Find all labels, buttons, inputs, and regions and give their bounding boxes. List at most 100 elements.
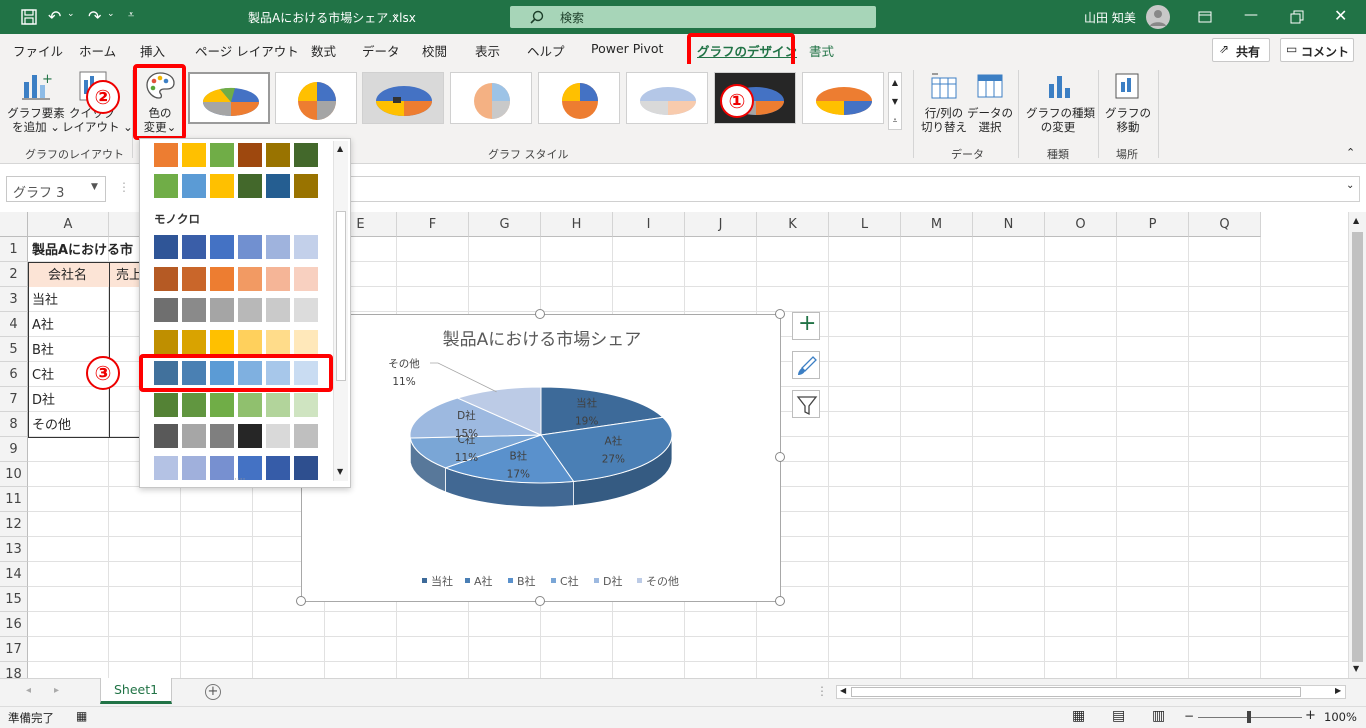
scroll-down-icon[interactable]: ▼ — [889, 92, 901, 111]
mono-swatch-1-0[interactable] — [154, 266, 178, 291]
colorful-swatch-1-4[interactable] — [266, 174, 290, 198]
chart-title[interactable]: 製品Aにおける市場シェア — [443, 330, 642, 350]
column-header-l[interactable]: L — [829, 212, 901, 237]
row-header-6[interactable]: 6 — [0, 362, 28, 387]
normal-view-icon[interactable]: ▦ — [1072, 708, 1085, 724]
mono-swatch-1-4[interactable] — [266, 266, 290, 291]
save-icon[interactable] — [20, 8, 38, 26]
row-header-16[interactable]: 16 — [0, 612, 28, 637]
mono-swatch-6-4[interactable] — [266, 424, 290, 448]
tab-view[interactable]: 表示 — [475, 41, 500, 60]
chart-filters-button[interactable] — [792, 390, 820, 418]
tab-home[interactable]: ホーム — [79, 41, 116, 60]
mono-swatch-3-0[interactable] — [154, 329, 178, 354]
switch-row-column-button[interactable]: 行/列の 切り替え — [918, 106, 970, 134]
share-button[interactable]: ⇗ 共有 — [1212, 38, 1270, 62]
mono-swatch-0-0[interactable] — [154, 235, 178, 259]
mono-swatch-2-0[interactable] — [154, 298, 178, 322]
data-label-value-2[interactable]: 17% — [507, 469, 530, 481]
data-label-name-4[interactable]: D社 — [457, 409, 476, 422]
tab-review[interactable]: 校閲 — [422, 41, 447, 60]
avatar[interactable] — [1146, 5, 1170, 29]
dropdown-scroll-thumb[interactable] — [336, 211, 346, 381]
mono-swatch-2-5[interactable] — [294, 298, 318, 322]
scroll-up-icon[interactable]: ▲ — [337, 144, 343, 153]
column-header-q[interactable]: Q — [1189, 212, 1261, 237]
page-layout-view-icon[interactable]: ▤ — [1112, 708, 1125, 724]
mono-swatch-6-1[interactable] — [182, 424, 206, 448]
row-header-15[interactable]: 15 — [0, 587, 28, 612]
column-header-g[interactable]: G — [469, 212, 541, 237]
macro-record-icon[interactable]: ▦ — [76, 709, 87, 723]
legend-entry-3[interactable]: C社 — [560, 574, 579, 588]
colorful-swatch-0-3[interactable] — [238, 143, 262, 167]
tab-format[interactable]: 書式 — [809, 41, 834, 60]
mono-swatch-2-1[interactable] — [182, 298, 206, 322]
redo-dropdown-icon[interactable]: ⌄ — [107, 9, 115, 19]
mono-swatch-5-0[interactable] — [154, 392, 178, 417]
column-header-f[interactable]: F — [397, 212, 469, 237]
scroll-left-icon[interactable]: ◀ — [840, 686, 846, 695]
tab-help[interactable]: ヘルプ — [527, 41, 565, 60]
mono-swatch-0-3[interactable] — [238, 235, 262, 259]
colorful-swatch-1-1[interactable] — [182, 174, 206, 198]
row-header-12[interactable]: 12 — [0, 512, 28, 537]
colorful-swatch-1-5[interactable] — [294, 174, 318, 198]
data-label-name-1[interactable]: A社 — [605, 435, 623, 448]
chart-styles-button[interactable] — [792, 351, 820, 379]
mono-swatch-0-2[interactable] — [210, 235, 234, 259]
mono-swatch-7-0[interactable] — [154, 455, 178, 480]
minimize-icon[interactable]: — — [1244, 7, 1258, 23]
data-label-value-0[interactable]: 19% — [575, 415, 598, 427]
collapse-ribbon-icon[interactable]: ⌃ — [1346, 146, 1355, 159]
mono-swatch-2-2[interactable] — [210, 298, 234, 322]
next-sheet-icon[interactable]: ▸ — [54, 685, 59, 696]
row-header-9[interactable]: 9 — [0, 437, 28, 462]
scroll-down-icon[interactable]: ▼ — [1353, 664, 1359, 673]
legend-entry-1[interactable]: A社 — [474, 574, 493, 588]
vertical-scrollbar[interactable]: ▲ ▼ — [1348, 212, 1366, 678]
tab-data[interactable]: データ — [362, 41, 400, 60]
horizontal-scroll-thumb[interactable] — [851, 687, 1301, 697]
tab-split-icon[interactable]: ⋮ — [816, 684, 828, 698]
add-sheet-icon[interactable]: + — [205, 684, 221, 700]
zoom-out-icon[interactable]: − — [1184, 709, 1194, 723]
comment-button[interactable]: ▭ コメント — [1280, 38, 1354, 62]
style-gallery-scroll[interactable]: ▲ ▼ ⩡ — [888, 72, 902, 130]
resize-handle[interactable] — [775, 309, 785, 319]
change-chart-type-button[interactable]: グラフの種類 の変更 — [1026, 106, 1095, 134]
mono-swatch-6-2[interactable] — [210, 424, 234, 448]
data-label-value-5[interactable]: 11% — [392, 376, 415, 388]
tab-file[interactable]: ファイル — [13, 41, 63, 60]
sheet-tab-sheet1[interactable]: Sheet1 — [100, 678, 172, 704]
mono-swatch-5-2[interactable] — [210, 392, 234, 417]
legend-entry-2[interactable]: B社 — [517, 574, 536, 588]
cell-a1[interactable]: 製品Aにおける市 — [29, 238, 133, 263]
add-chart-element-button[interactable]: グラフ要素 を追加 ⌄ — [6, 106, 66, 134]
colorful-swatch-0-1[interactable] — [182, 143, 206, 167]
colorful-swatch-1-3[interactable] — [238, 174, 262, 198]
zoom-level[interactable]: 100% — [1324, 710, 1357, 724]
zoom-slider-thumb[interactable] — [1247, 711, 1251, 723]
add-chart-element-icon[interactable]: + — [20, 70, 52, 102]
mono-swatch-2-3[interactable] — [238, 298, 262, 322]
data-label-value-1[interactable]: 27% — [602, 454, 625, 466]
name-box[interactable]: グラフ 3 ▼ — [6, 176, 106, 202]
change-colors-dropdown[interactable]: モノクロ ▲ ▼ ···· — [139, 138, 351, 488]
mono-swatch-1-5[interactable] — [294, 266, 318, 291]
close-icon[interactable]: ✕ — [1334, 6, 1347, 25]
column-header-p[interactable]: P — [1117, 212, 1189, 237]
move-chart-button[interactable]: グラフの 移動 — [1104, 106, 1152, 134]
mono-swatch-2-4[interactable] — [266, 298, 290, 322]
data-label-name-5[interactable]: その他 — [388, 357, 420, 370]
scroll-up-icon[interactable]: ▲ — [1353, 216, 1359, 225]
resize-handle[interactable] — [775, 596, 785, 606]
mono-swatch-5-5[interactable] — [294, 392, 318, 417]
mono-swatch-0-1[interactable] — [182, 235, 206, 259]
mono-swatch-7-5[interactable] — [294, 455, 318, 480]
column-header-i[interactable]: I — [613, 212, 685, 237]
colorful-swatch-0-5[interactable] — [294, 143, 318, 167]
mono-swatch-6-5[interactable] — [294, 424, 318, 448]
customize-qat-icon[interactable]: ⩡ — [128, 8, 134, 22]
row-header-13[interactable]: 13 — [0, 537, 28, 562]
